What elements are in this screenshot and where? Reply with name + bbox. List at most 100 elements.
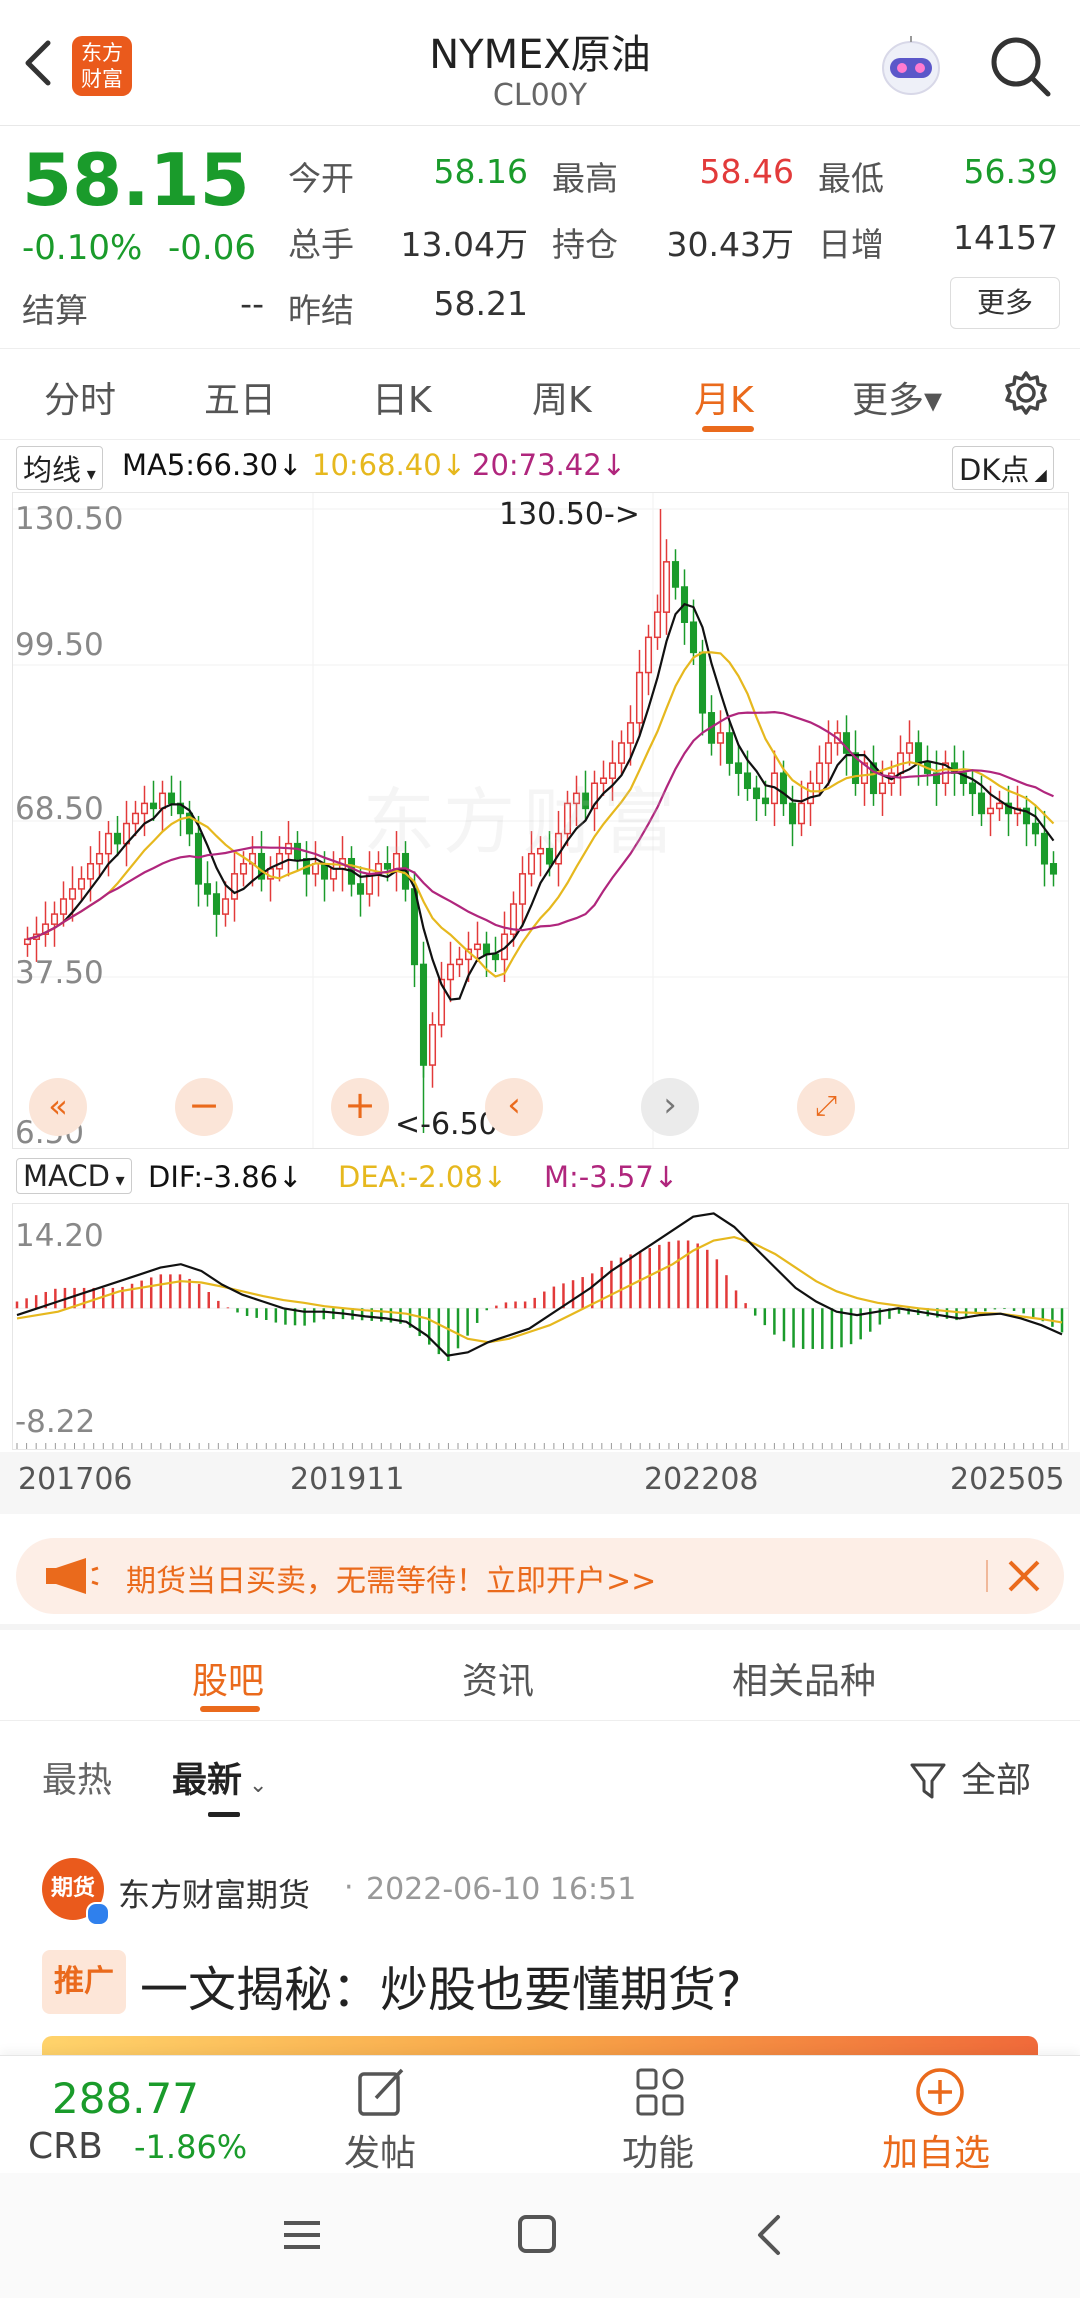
functions-label[interactable]: 功能 (622, 2124, 694, 2176)
candle-up (716, 732, 725, 744)
candle-down (149, 802, 158, 810)
tab-five-day[interactable]: 五日 (204, 371, 276, 423)
xtick-0: 201706 (18, 1462, 133, 1497)
xaxis: 201706 201911 202208 202505 (0, 1452, 1080, 1514)
candle-down (725, 732, 734, 764)
macd-selector-label: MACD (23, 1159, 110, 1193)
candle-up (986, 807, 995, 815)
volume-value: 13.04万 (400, 225, 528, 264)
macd-selector[interactable]: MACD ▾ (16, 1158, 132, 1194)
candle-up (644, 636, 653, 674)
candle-up (275, 852, 284, 870)
settings-icon[interactable] (1002, 369, 1050, 417)
dif-legend: DIF:-3.86↓ (148, 1160, 303, 1194)
candle-up (626, 722, 635, 744)
volume-label: 总手 (288, 225, 354, 264)
filter-button[interactable]: 全部 (910, 1752, 1031, 1803)
tab-related[interactable]: 相关品种 (732, 1652, 876, 1704)
candle-up (230, 873, 239, 900)
xtick-2: 202208 (644, 1462, 759, 1497)
crb-index-value[interactable]: 288.77 (52, 2074, 199, 2123)
candle-up (617, 742, 626, 764)
more-quote-button[interactable]: 更多 (950, 277, 1060, 329)
scroll-right-button[interactable]: › (641, 1078, 699, 1136)
sort-hot[interactable]: 最热 (42, 1752, 112, 1803)
menu-icon[interactable] (282, 2215, 322, 2255)
compose-label[interactable]: 发帖 (344, 2124, 416, 2176)
candle-down (167, 792, 176, 805)
nav-back-icon[interactable] (752, 2213, 786, 2257)
candle-down (734, 762, 743, 774)
content-tab-indicator (200, 1706, 260, 1712)
post-author[interactable]: 东方财富期货 (118, 1870, 310, 1916)
sort-latest-underline (208, 1812, 240, 1817)
tab-weekly-k[interactable]: 周K (532, 371, 592, 423)
candle-up (824, 742, 833, 764)
dea-line (16, 1235, 1063, 1344)
candle-down (113, 832, 122, 845)
kline-chart[interactable]: 东方财富 130.50 99.50 68.50 37.50 6.50 130.5… (12, 492, 1069, 1151)
last-price: 58.15 (22, 138, 250, 222)
add-watchlist-icon[interactable] (914, 2066, 966, 2118)
avatar-text: 期货 (50, 1876, 95, 1901)
candle-up (455, 958, 464, 966)
scroll-left-fast-button[interactable]: « (29, 1078, 87, 1136)
daily-increase-value: 14157 (953, 218, 1058, 257)
post-time-sep: · (344, 1870, 354, 1905)
candle-up (815, 762, 824, 785)
tab-news[interactable]: 资讯 (462, 1652, 534, 1704)
robot-assistant-icon[interactable] (876, 32, 946, 102)
tab-more-periods[interactable]: 更多▾ (852, 371, 942, 423)
candle-up (23, 938, 32, 946)
filter-label: 全部 (961, 1761, 1032, 1801)
promo-banner[interactable]: 期货当日买卖，无需等待！立即开户>> (16, 1538, 1064, 1614)
close-icon[interactable] (1006, 1558, 1042, 1594)
ytick-2: 68.50 (15, 791, 104, 827)
candle-down (203, 883, 212, 895)
search-icon[interactable] (988, 34, 1052, 98)
compose-icon[interactable] (356, 2066, 408, 2118)
home-icon[interactable] (516, 2213, 558, 2255)
ma5-legend: MA5:66.30↓ (122, 448, 303, 482)
sort-latest[interactable]: 最新 ⌄ (172, 1752, 267, 1803)
ma20-legend: 20:73.42↓ (472, 448, 626, 482)
scroll-left-button[interactable]: ‹ (485, 1078, 543, 1136)
post-title[interactable]: 一文揭秘：炒股也要懂期货? (140, 1950, 741, 2020)
candle-down (788, 802, 797, 825)
ytick-3: 37.50 (15, 955, 104, 991)
daily-increase-label: 日增 (818, 225, 884, 264)
candle-up (662, 561, 671, 613)
max-price-annotation: 130.50-> (499, 497, 640, 532)
prev-settle-value: 58.21 (433, 284, 528, 323)
fullscreen-button[interactable]: ⤢ (797, 1078, 855, 1136)
xtick-1: 201911 (290, 1462, 405, 1497)
add-watchlist-label[interactable]: 加自选 (882, 2124, 990, 2176)
macd-ytick-top: 14.20 (15, 1218, 104, 1254)
content-tab-border (0, 1720, 1080, 1721)
dea-legend: DEA:-2.08↓ (338, 1160, 508, 1194)
top-header: 东方 财富 NYMEX原油 CL00Y (0, 0, 1080, 126)
indicator-selector-label: 均线 (23, 453, 82, 487)
dk-points-label: DK点 (959, 453, 1030, 487)
candle-up (86, 863, 95, 880)
zoom-out-button[interactable]: − (175, 1078, 233, 1136)
tab-daily-k[interactable]: 日K (372, 371, 432, 423)
candle-up (239, 863, 248, 875)
section-gap (0, 1624, 1080, 1630)
low-label: 最低 (818, 159, 884, 198)
tab-intraday[interactable]: 分时 (44, 371, 116, 423)
candle-up (59, 898, 68, 915)
candle-up (473, 943, 482, 951)
indicator-selector[interactable]: 均线 ▾ (16, 446, 103, 490)
candle-up (131, 812, 140, 825)
candle-down (194, 832, 203, 885)
candle-up (50, 913, 59, 925)
filter-icon (910, 1763, 950, 1801)
macd-chart[interactable]: 14.20 -8.22 (12, 1203, 1069, 1450)
dk-points-toggle[interactable]: DK点 ◢ (952, 446, 1054, 490)
functions-icon[interactable] (634, 2066, 686, 2118)
change-abs: -0.06 (168, 228, 256, 268)
tab-monthly-k[interactable]: 月K (694, 371, 754, 423)
zoom-in-button[interactable]: + (331, 1078, 389, 1136)
tab-forum[interactable]: 股吧 (192, 1652, 264, 1704)
